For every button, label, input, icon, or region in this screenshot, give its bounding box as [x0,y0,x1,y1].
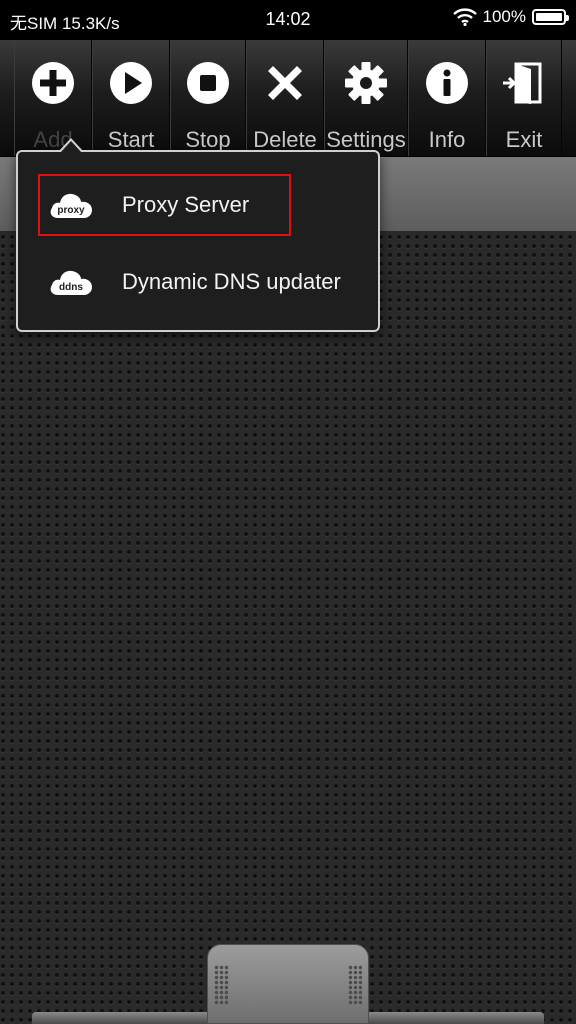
wifi-icon [452,8,477,26]
menu-item-ddns-label: Dynamic DNS updater [122,269,341,294]
cloud-ddns-text: ddns [59,282,83,293]
info-icon [426,62,468,104]
grip-left [214,965,228,1005]
drawer-handle[interactable] [207,944,369,1024]
menu-item-dynamic-dns[interactable]: ddns Dynamic DNS updater [36,251,366,313]
plus-circle-icon [32,62,74,104]
exit-button[interactable]: Exit [486,40,562,156]
status-right: 100% [452,7,569,27]
cloud-ddns-icon: ddns [50,270,92,295]
selection-highlight [38,174,291,236]
exit-label: Exit [505,127,543,152]
play-icon [110,62,152,104]
stop-icon [187,62,229,104]
toolbar: Add Start Stop Delete Settings Info Exit [0,40,576,157]
battery-percent: 100% [482,7,526,26]
delete-button[interactable]: Delete [246,40,324,156]
info-button[interactable]: Info [408,40,486,156]
battery-icon [532,9,569,25]
start-button[interactable]: Start [92,40,170,156]
settings-button[interactable]: Settings [324,40,408,156]
popup-arrow [58,138,84,153]
gear-icon [345,62,387,104]
grip-right [348,965,362,1005]
exit-door-icon [503,62,542,104]
x-icon [268,66,302,100]
add-popup-menu: proxy Proxy Server ddns Dynamic DNS upda… [16,138,380,332]
status-bar: 无SIM 15.3K/s 14:02 100% [0,0,576,40]
info-label: Info [428,127,466,152]
stop-button[interactable]: Stop [170,40,246,156]
